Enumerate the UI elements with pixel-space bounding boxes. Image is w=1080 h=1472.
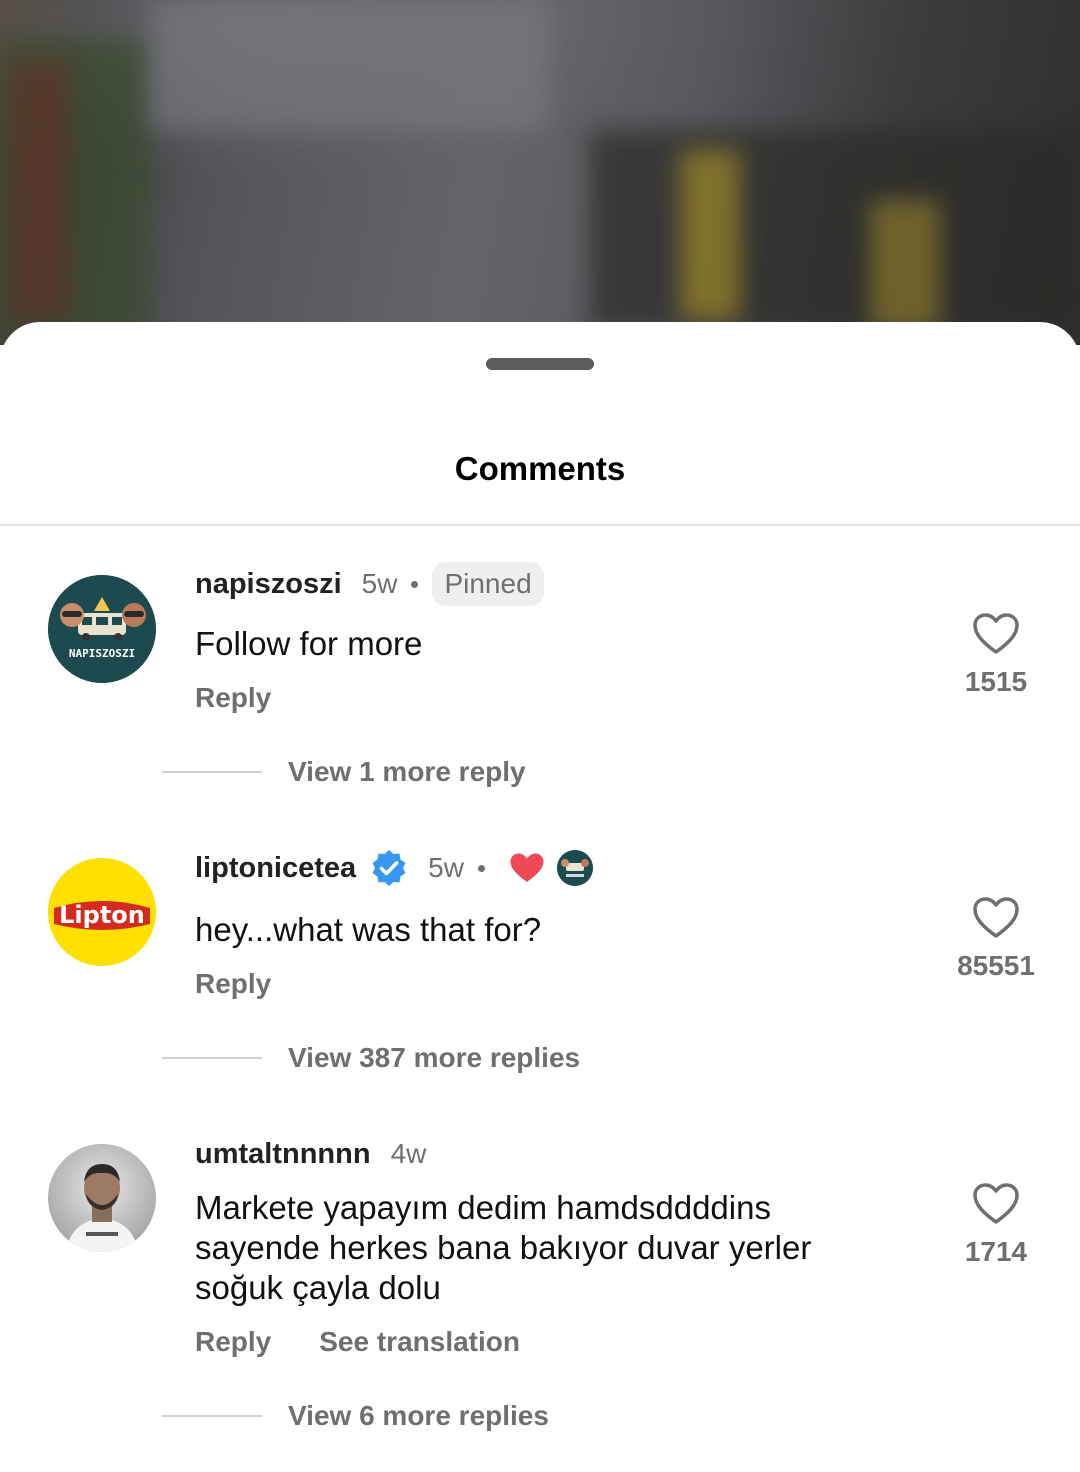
comment-text: hey...what was that for? [195, 911, 542, 948]
separator-dot [411, 580, 419, 588]
reply-button[interactable]: Reply [195, 682, 271, 714]
creator-liked-indicator [509, 850, 593, 886]
like-control[interactable]: 85551 [940, 896, 1052, 982]
like-control[interactable]: 1714 [940, 1182, 1052, 1268]
like-count: 85551 [957, 950, 1035, 981]
video-blur-highlight [150, 0, 550, 130]
username[interactable]: napiszoszi [195, 568, 342, 601]
see-translation-button[interactable]: See translation [319, 1326, 520, 1358]
comment-text: Follow for more [195, 625, 423, 662]
view-replies-button[interactable]: View 387 more replies [162, 1042, 580, 1074]
thread-line [162, 1415, 262, 1417]
username[interactable]: umtaltnnnnn [195, 1138, 371, 1171]
view-replies-label[interactable]: View 6 more replies [288, 1400, 549, 1432]
svg-text:NAPISZOSZI: NAPISZOSZI [69, 647, 135, 660]
like-count: 1714 [964, 1236, 1028, 1267]
comment-text: Markete yapayım dedim hamdsddddins sayen… [195, 1189, 812, 1306]
separator-dot [477, 864, 485, 872]
avatar[interactable]: Lipton [48, 858, 156, 966]
sheet-title: Comments [454, 450, 626, 487]
thread-line [162, 1057, 262, 1059]
pinned-badge: Pinned [432, 562, 544, 606]
header-divider [0, 524, 1080, 526]
video-blur-shelf-red [10, 60, 70, 320]
video-blur-yellow-2 [870, 200, 940, 330]
reply-button[interactable]: Reply [195, 968, 271, 1000]
view-replies-button[interactable]: View 1 more reply [162, 756, 526, 788]
comment-time: 4w [390, 1138, 427, 1169]
heart-outline-icon[interactable] [972, 612, 1020, 656]
video-background[interactable] [0, 0, 1080, 345]
like-control[interactable]: 1515 [940, 612, 1052, 698]
like-count: 1515 [964, 666, 1028, 697]
video-blur-yellow-1 [680, 150, 740, 320]
comment-time: 5w [428, 852, 464, 883]
username[interactable]: liptonicetea [195, 852, 356, 885]
view-replies-label[interactable]: View 1 more reply [288, 756, 526, 788]
reply-button[interactable]: Reply [195, 1326, 271, 1358]
video-blur-shelf-right [590, 130, 1080, 330]
creator-avatar-icon [556, 850, 593, 886]
heart-filled-icon [510, 853, 544, 882]
verified-badge-icon [372, 850, 406, 886]
avatar[interactable] [48, 1144, 156, 1252]
drag-handle[interactable] [486, 358, 594, 370]
avatar[interactable]: NAPISZOSZI [48, 575, 156, 683]
napiszoszi-logo-icon: NAPISZOSZI [48, 575, 156, 683]
thread-line [162, 771, 262, 773]
creator-mini-avatar [556, 850, 593, 886]
heart-outline-icon[interactable] [972, 896, 1020, 940]
view-replies-label[interactable]: View 387 more replies [288, 1042, 580, 1074]
lipton-logo-icon: Lipton [48, 858, 156, 966]
view-replies-button[interactable]: View 6 more replies [162, 1400, 549, 1432]
comment-time: 5w [361, 568, 398, 599]
heart-outline-icon[interactable] [972, 1182, 1020, 1226]
svg-text:Lipton: Lipton [59, 901, 145, 929]
user-photo-icon [48, 1144, 156, 1252]
verified-badge [370, 849, 408, 887]
